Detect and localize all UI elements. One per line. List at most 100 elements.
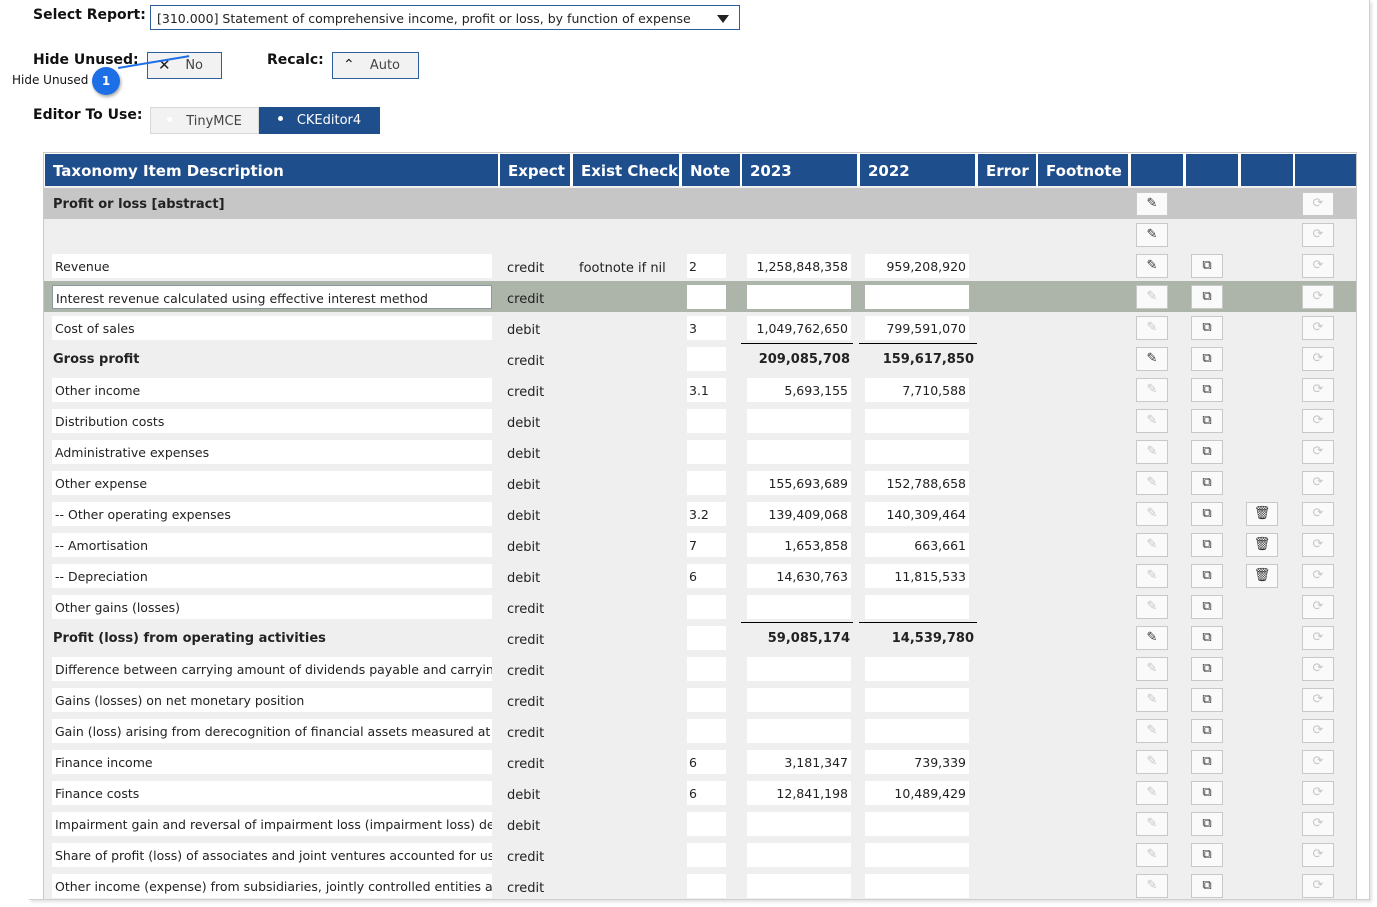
note-input[interactable] bbox=[687, 812, 726, 836]
row-description[interactable]: Administrative expenses bbox=[52, 440, 492, 464]
copy-icon[interactable]: ⧉ bbox=[1191, 564, 1223, 588]
table-row[interactable]: Other income (expense) from subsidiaries… bbox=[44, 870, 1356, 899]
refresh-icon[interactable]: ⟳ bbox=[1302, 812, 1334, 836]
edit-pencil-icon[interactable]: ✎ bbox=[1136, 533, 1168, 557]
trash-icon[interactable]: 🗑 bbox=[1246, 533, 1278, 557]
value-2022-input[interactable] bbox=[865, 719, 969, 743]
row-description[interactable]: Finance income bbox=[52, 750, 492, 774]
table-row[interactable]: Difference between carrying amount of di… bbox=[44, 653, 1356, 684]
refresh-icon[interactable]: ⟳ bbox=[1302, 626, 1334, 650]
note-input[interactable]: 7 bbox=[687, 533, 726, 557]
edit-pencil-icon[interactable]: ✎ bbox=[1136, 750, 1168, 774]
edit-pencil-icon[interactable]: ✎ bbox=[1136, 471, 1168, 495]
copy-icon[interactable]: ⧉ bbox=[1191, 812, 1223, 836]
copy-icon[interactable]: ⧉ bbox=[1191, 254, 1223, 278]
value-2022-input[interactable] bbox=[865, 874, 969, 898]
edit-pencil-icon[interactable]: ✎ bbox=[1136, 223, 1168, 247]
trash-icon[interactable]: 🗑 bbox=[1246, 564, 1278, 588]
refresh-icon[interactable]: ⟳ bbox=[1302, 874, 1334, 898]
value-2022-input[interactable] bbox=[865, 688, 969, 712]
recalc-toggle[interactable]: ⌃ Auto bbox=[332, 52, 419, 79]
note-input[interactable] bbox=[687, 285, 726, 309]
value-2023-input[interactable] bbox=[747, 719, 851, 743]
note-input[interactable] bbox=[687, 595, 726, 619]
value-2023-input[interactable] bbox=[747, 595, 851, 619]
note-input[interactable] bbox=[687, 347, 726, 371]
refresh-icon[interactable]: ⟳ bbox=[1302, 750, 1334, 774]
value-2023-input[interactable] bbox=[747, 843, 851, 867]
value-2023-input[interactable]: 1,653,858 bbox=[747, 533, 851, 557]
row-description[interactable]: Finance costs bbox=[52, 781, 492, 805]
value-2022-input[interactable] bbox=[865, 812, 969, 836]
value-2023-input[interactable] bbox=[747, 657, 851, 681]
table-row[interactable]: Other expense debit 155,693,689 152,788,658… bbox=[44, 467, 1356, 498]
value-2023-input[interactable] bbox=[747, 688, 851, 712]
edit-pencil-icon[interactable]: ✎ bbox=[1136, 409, 1168, 433]
row-description[interactable]: Other income bbox=[52, 378, 492, 402]
table-row[interactable]: Share of profit (loss) of associates and… bbox=[44, 839, 1356, 870]
table-row[interactable]: -- Depreciation debit 6 14,630,763 11,815,53… bbox=[44, 560, 1356, 591]
refresh-icon[interactable]: ⟳ bbox=[1302, 502, 1334, 526]
value-2023-input[interactable]: 1,049,762,650 bbox=[747, 316, 851, 340]
edit-pencil-icon[interactable]: ✎ bbox=[1136, 440, 1168, 464]
row-description[interactable]: Share of profit (loss) of associates and… bbox=[52, 843, 492, 867]
edit-pencil-icon[interactable]: ✎ bbox=[1136, 843, 1168, 867]
edit-pencil-icon[interactable]: ✎ bbox=[1136, 688, 1168, 712]
refresh-icon[interactable]: ⟳ bbox=[1302, 223, 1334, 247]
table-row[interactable]: -- Amortisation debit 7 1,653,858 663,661 ✎ ⧉ 🗑… bbox=[44, 529, 1356, 560]
note-input[interactable] bbox=[687, 874, 726, 898]
row-description[interactable]: Interest revenue calculated using effect… bbox=[52, 285, 492, 309]
edit-pencil-icon[interactable]: ✎ bbox=[1136, 347, 1168, 371]
row-description[interactable]: Other gains (losses) bbox=[52, 595, 492, 619]
value-2023-input[interactable]: 139,409,068 bbox=[747, 502, 851, 526]
table-row[interactable]: Gross profit credit 209,085,708 159,617,850… bbox=[44, 343, 1356, 374]
note-input[interactable] bbox=[687, 657, 726, 681]
value-2023-input[interactable] bbox=[747, 409, 851, 433]
table-row[interactable]: ✎ ⟳ bbox=[44, 219, 1356, 250]
value-2022-input[interactable]: 140,309,464 bbox=[865, 502, 969, 526]
value-2022-input[interactable] bbox=[865, 285, 969, 309]
value-2023-input[interactable] bbox=[747, 440, 851, 464]
table-row[interactable]: Profit (loss) from operating activities c… bbox=[44, 622, 1356, 653]
editor-option-ckeditor4[interactable]: CKEditor4 bbox=[259, 107, 380, 134]
refresh-icon[interactable]: ⟳ bbox=[1302, 471, 1334, 495]
refresh-icon[interactable]: ⟳ bbox=[1302, 595, 1334, 619]
copy-icon[interactable]: ⧉ bbox=[1191, 347, 1223, 371]
copy-icon[interactable]: ⧉ bbox=[1191, 874, 1223, 898]
note-input[interactable]: 3.2 bbox=[687, 502, 726, 526]
refresh-icon[interactable]: ⟳ bbox=[1302, 254, 1334, 278]
row-description[interactable]: Difference between carrying amount of di… bbox=[52, 657, 492, 681]
row-description[interactable]: -- Other operating expenses bbox=[52, 502, 492, 526]
copy-icon[interactable]: ⧉ bbox=[1191, 378, 1223, 402]
note-input[interactable] bbox=[687, 626, 726, 650]
note-input[interactable]: 6 bbox=[687, 564, 726, 588]
value-2022-input[interactable]: 10,489,429 bbox=[865, 781, 969, 805]
table-row[interactable]: Revenue credit footnote if nil 2 1,258,848,3… bbox=[44, 250, 1356, 281]
refresh-icon[interactable]: ⟳ bbox=[1302, 719, 1334, 743]
note-input[interactable] bbox=[687, 719, 726, 743]
edit-pencil-icon[interactable]: ✎ bbox=[1136, 595, 1168, 619]
editor-option-tinymce[interactable]: TinyMCE bbox=[150, 107, 259, 134]
refresh-icon[interactable]: ⟳ bbox=[1302, 316, 1334, 340]
row-description[interactable]: Revenue bbox=[52, 254, 492, 278]
table-row[interactable]: Gains (losses) on net monetary position c… bbox=[44, 684, 1356, 715]
value-2022-input[interactable]: 739,339 bbox=[865, 750, 969, 774]
select-report-dropdown[interactable]: [310.000] Statement of comprehensive inc… bbox=[150, 5, 740, 30]
copy-icon[interactable]: ⧉ bbox=[1191, 533, 1223, 557]
note-input[interactable]: 3.1 bbox=[687, 378, 726, 402]
value-2022-input[interactable] bbox=[865, 657, 969, 681]
copy-icon[interactable]: ⧉ bbox=[1191, 440, 1223, 464]
table-row[interactable]: Other income credit 3.1 5,693,155 7,710,588 ✎… bbox=[44, 374, 1356, 405]
value-2022-input[interactable]: 152,788,658 bbox=[865, 471, 969, 495]
table-row[interactable]: Cost of sales debit 3 1,049,762,650 799,591,… bbox=[44, 312, 1356, 343]
edit-pencil-icon[interactable]: ✎ bbox=[1136, 285, 1168, 309]
row-description[interactable]: Impairment gain and reversal of impairme… bbox=[52, 812, 492, 836]
edit-pencil-icon[interactable]: ✎ bbox=[1136, 564, 1168, 588]
copy-icon[interactable]: ⧉ bbox=[1191, 688, 1223, 712]
value-2023-input[interactable]: 155,693,689 bbox=[747, 471, 851, 495]
note-input[interactable] bbox=[687, 440, 726, 464]
value-2023-input[interactable]: 14,630,763 bbox=[747, 564, 851, 588]
value-2023-input[interactable]: 1,258,848,358 bbox=[747, 254, 851, 278]
edit-pencil-icon[interactable]: ✎ bbox=[1136, 812, 1168, 836]
copy-icon[interactable]: ⧉ bbox=[1191, 843, 1223, 867]
